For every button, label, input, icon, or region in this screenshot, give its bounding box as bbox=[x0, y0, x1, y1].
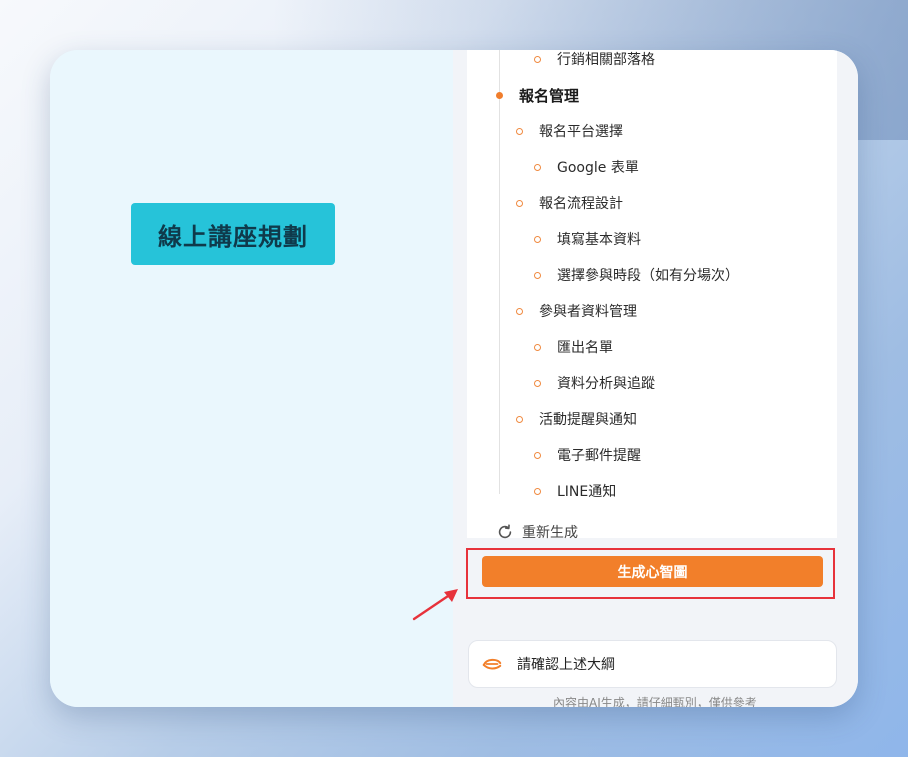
regenerate-label: 重新生成 bbox=[522, 525, 578, 541]
outline-card: 行銷相關部落格報名管理報名平台選擇 Google 表單報名流程設計填寫基本資料選擇… bbox=[467, 50, 837, 541]
outline-item-label: 報名平台選擇 bbox=[539, 124, 623, 140]
bullet-circle-icon bbox=[534, 55, 541, 63]
outline-item-label: 行銷相關部落格 bbox=[557, 52, 655, 68]
outline-item-label: 資料分析與追蹤 bbox=[557, 376, 655, 392]
outline-item: 報名流程設計 bbox=[467, 192, 827, 214]
outline-item-label: 報名管理 bbox=[519, 86, 580, 105]
ai-disclaimer: 內容由AI生成，請仔細甄別，僅供參考 bbox=[553, 696, 757, 707]
bullet-circle-icon bbox=[534, 343, 541, 351]
outline-item: 資料分析與追蹤 bbox=[467, 372, 827, 394]
bullet-circle-icon bbox=[534, 487, 541, 495]
bullet-circle-icon bbox=[534, 235, 541, 243]
ai-logo-icon bbox=[482, 658, 502, 670]
red-arrow-icon bbox=[412, 589, 458, 621]
outline-item: 參與者資料管理 bbox=[467, 300, 827, 322]
outline-item: LINE通知 bbox=[467, 480, 827, 502]
outline-item: 匯出名單 bbox=[467, 336, 827, 358]
outline-item-label: 匯出名單 bbox=[557, 340, 613, 356]
bullet-circle-icon bbox=[516, 199, 523, 207]
regenerate-button[interactable]: 重新生成 bbox=[496, 522, 578, 542]
outline-item-label: 電子郵件提醒 bbox=[557, 448, 641, 464]
mindmap-root-node[interactable]: 線上講座規劃 bbox=[131, 203, 335, 265]
generate-mindmap-button[interactable]: 生成心智圖 bbox=[482, 556, 823, 587]
bullet-circle-icon bbox=[534, 379, 541, 387]
outline-item-label: 活動提醒與通知 bbox=[539, 412, 637, 428]
outline-item-label: 填寫基本資料 bbox=[557, 232, 641, 248]
outline-item: 報名管理 bbox=[467, 84, 827, 106]
confirm-outline-bar[interactable]: 請確認上述大綱 bbox=[468, 640, 837, 688]
outline-item-label: LINE通知 bbox=[557, 484, 617, 500]
bullet-circle-icon bbox=[534, 451, 541, 459]
outline-item: 行銷相關部落格 bbox=[467, 50, 827, 70]
bullet-circle-icon bbox=[516, 127, 523, 135]
outline-item-label: 選擇參與時段（如有分場次） bbox=[557, 268, 739, 284]
mindmap-canvas[interactable]: 線上講座規劃 bbox=[50, 50, 453, 707]
outline-item: 填寫基本資料 bbox=[467, 228, 827, 250]
outline-item: 報名平台選擇 bbox=[467, 120, 827, 142]
outline-item: 電子郵件提醒 bbox=[467, 444, 827, 466]
outline-item-label: 報名流程設計 bbox=[539, 196, 623, 212]
outline-item-label: Google 表單 bbox=[557, 160, 639, 176]
bullet-circle-icon bbox=[534, 163, 541, 171]
outline-item: Google 表單 bbox=[467, 156, 827, 178]
bullet-filled-icon bbox=[496, 91, 503, 99]
refresh-icon bbox=[498, 524, 512, 539]
outline-item-label: 參與者資料管理 bbox=[539, 304, 637, 320]
bullet-circle-icon bbox=[516, 415, 523, 423]
outline-item: 活動提醒與通知 bbox=[467, 408, 827, 430]
outline-item: 選擇參與時段（如有分場次） bbox=[467, 264, 827, 286]
outline-panel: 行銷相關部落格報名管理報名平台選擇 Google 表單報名流程設計填寫基本資料選擇… bbox=[453, 50, 858, 707]
bullet-circle-icon bbox=[516, 307, 523, 315]
confirm-outline-label: 請確認上述大綱 bbox=[517, 657, 615, 673]
bullet-circle-icon bbox=[534, 271, 541, 279]
